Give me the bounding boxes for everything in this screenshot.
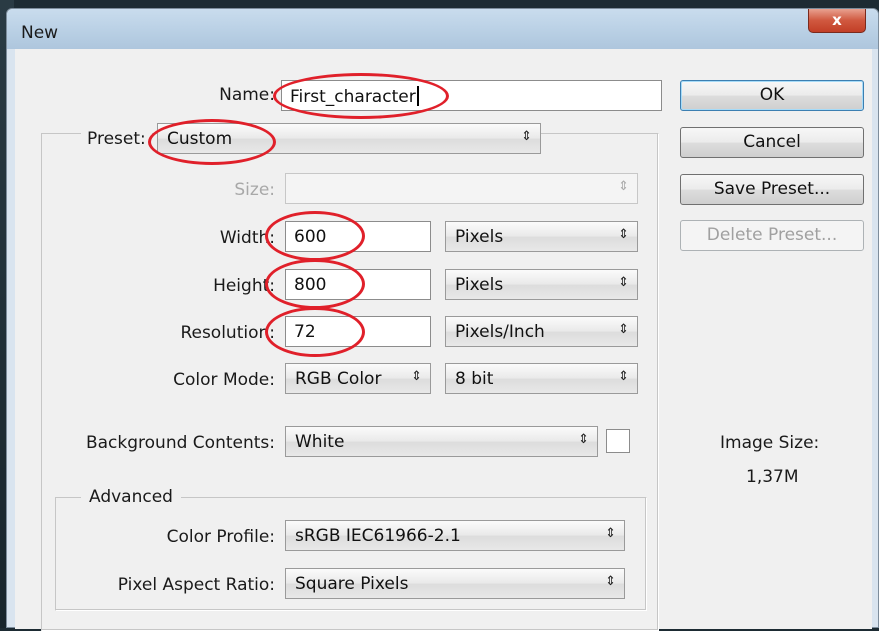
background-color-swatch[interactable] [606,429,630,453]
dropdown-arrow-icon: ⇕ [618,227,629,242]
dropdown-arrow-icon: ⇕ [618,369,629,384]
dropdown-arrow-icon: ⇕ [605,526,616,541]
dropdown-arrow-icon: ⇕ [411,369,422,384]
color-profile-label: Color Profile: [166,527,275,547]
color-mode-value: RGB Color [295,369,382,389]
dropdown-arrow-icon: ⇕ [618,275,629,290]
resolution-unit-value: Pixels/Inch [455,322,545,342]
dialog-body: Name: First_character Preset: Custom ⇕ S… [15,49,872,631]
background-contents-value: White [295,432,345,452]
dropdown-arrow-icon: ⇕ [618,179,629,194]
annotation-ring-width [265,211,365,261]
width-unit-select[interactable]: Pixels ⇕ [445,221,638,252]
color-mode-label: Color Mode: [173,370,275,390]
height-unit-select[interactable]: Pixels ⇕ [445,269,638,300]
advanced-legend: Advanced [81,487,181,507]
pixel-aspect-ratio-select[interactable]: Square Pixels ⇕ [285,568,625,599]
size-select[interactable]: ⇕ [285,173,638,204]
new-document-dialog: New x Name: First_character Preset: Cust… [6,8,879,631]
annotation-ring-resolution [265,307,365,357]
resolution-unit-select[interactable]: Pixels/Inch ⇕ [445,316,638,347]
height-label: Height: [213,276,275,296]
color-profile-value: sRGB IEC61966-2.1 [295,526,461,546]
bit-depth-value: 8 bit [455,369,494,389]
annotation-ring-height [265,259,365,309]
dropdown-arrow-icon: ⇕ [605,574,616,589]
bit-depth-select[interactable]: 8 bit ⇕ [445,363,638,394]
width-unit-value: Pixels [455,227,504,247]
dropdown-arrow-icon: ⇕ [578,432,589,447]
pixel-aspect-ratio-label: Pixel Aspect Ratio: [117,575,275,595]
preset-label: Preset: [81,129,152,149]
resolution-label: Resolution: [180,323,275,343]
color-profile-select[interactable]: sRGB IEC61966-2.1 ⇕ [285,520,625,551]
cancel-button[interactable]: Cancel [680,127,864,158]
save-preset-button[interactable]: Save Preset... [680,174,864,205]
pixel-aspect-ratio-value: Square Pixels [295,574,409,594]
width-label: Width: [219,228,275,248]
annotation-ring-name [273,73,449,119]
delete-preset-button[interactable]: Delete Preset... [680,220,864,251]
annotation-ring-preset [148,119,276,165]
image-size-label: Image Size: [720,433,820,453]
background-contents-label: Background Contents: [85,433,275,453]
ok-button[interactable]: OK [680,80,864,111]
name-label: Name: [219,85,275,105]
image-size-value: 1,37M [746,467,799,487]
dropdown-arrow-icon: ⇕ [618,322,629,337]
background-contents-select[interactable]: White ⇕ [285,426,598,457]
dialog-title: New [21,23,59,43]
size-label: Size: [234,180,275,200]
height-unit-value: Pixels [455,275,504,295]
dropdown-arrow-icon: ⇕ [521,129,532,144]
color-mode-select[interactable]: RGB Color ⇕ [285,363,431,394]
close-button[interactable]: x [808,9,866,33]
close-icon: x [832,11,842,29]
title-bar[interactable]: New x [7,9,878,49]
